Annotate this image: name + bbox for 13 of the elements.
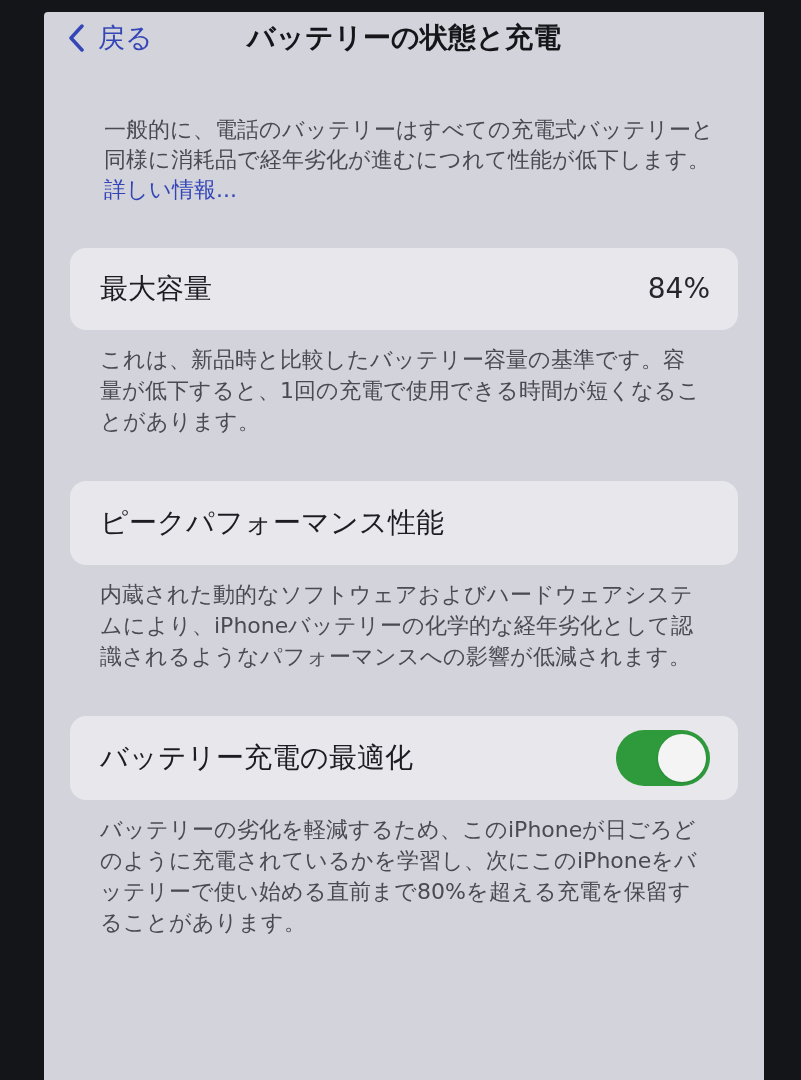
intro-text: 一般的に、電話のバッテリーはすべての充電式バッテリーと同様に消耗品で経年劣化が進むにつれて性能が低下します。 <box>104 116 715 174</box>
setting-description: バッテリーの劣化を軽減するため、このiPhoneが日ごろどのように充電されているかを学習し、次にこのiPhoneをバッテリーで使い始める直前まで80%を超える充電を保留することがあります。 <box>100 816 699 937</box>
toggle-switch[interactable] <box>616 730 710 786</box>
setting-label: 最大容量 <box>100 271 212 307</box>
chevron-left-icon <box>68 24 84 52</box>
page-title: バッテリーの状態と充電 <box>247 20 561 56</box>
setting-label: ピークパフォーマンス性能 <box>100 505 444 541</box>
more-info-link[interactable]: 詳しい情報... <box>104 175 237 205</box>
max-capacity-value: 84% <box>647 271 710 307</box>
setting-description: これは、新品時と比較したバッテリー容量の基準です。容量が低下すると、1回の充電で使用できる時間が短くなることがあります。 <box>100 346 700 436</box>
setting-label: バッテリー充電の最適化 <box>100 740 413 776</box>
setting-description: 内蔵された動的なソフトウェアおよびハードウェアシステムにより、iPhoneバッテリーの化学的な経年劣化として認識されるようなパフォーマンスへの影響が低減されます。 <box>100 581 695 671</box>
back-link[interactable]: 戻る <box>44 21 153 55</box>
